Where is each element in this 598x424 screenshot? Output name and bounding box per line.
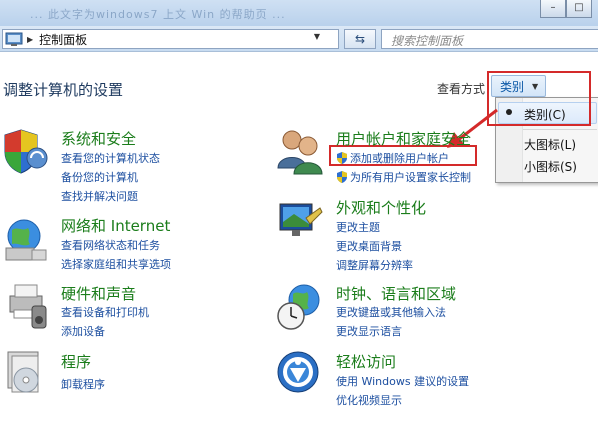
category-hardware-title[interactable]: 硬件和声音 [61,283,136,304]
link-windows-recommended-settings[interactable]: 使用 Windows 建议的设置 [336,373,469,389]
link-screen-resolution[interactable]: 调整屏幕分辨率 [336,257,413,273]
network-globe-icon [5,219,47,261]
category-network-title[interactable]: 网络和 Internet [61,215,170,236]
link-parental-controls[interactable]: 为所有用户设置家长控制 [336,169,471,185]
link-devices-printers[interactable]: 查看设备和打印机 [61,304,149,320]
ease-of-access-icon [277,351,319,393]
link-troubleshoot[interactable]: 查找并解决问题 [61,188,138,204]
category-ease-title[interactable]: 轻松访问 [336,351,396,372]
shield-icon [4,129,48,174]
link-add-device[interactable]: 添加设备 [61,323,105,339]
link-homegroup-sharing[interactable]: 选择家庭组和共享选项 [61,256,171,272]
link-desktop-background[interactable]: 更改桌面背景 [336,238,402,254]
user-accounts-icon [277,130,323,175]
link-view-computer-status[interactable]: 查看您的计算机状态 [61,150,160,166]
category-appearance-title[interactable]: 外观和个性化 [336,197,426,218]
category-programs-title[interactable]: 程序 [61,351,91,372]
link-display-language[interactable]: 更改显示语言 [336,323,402,339]
link-add-remove-users-label: 添加或删除用户帐户 [350,152,449,165]
link-backup-computer[interactable]: 备份您的计算机 [61,169,138,185]
appearance-monitor-icon [279,203,323,236]
link-optimize-visual-display[interactable]: 优化视频显示 [336,392,402,408]
link-parental-controls-label: 为所有用户设置家长控制 [350,171,471,184]
programs-icon [7,351,39,393]
category-system-title[interactable]: 系统和安全 [61,128,136,149]
link-uninstall-program[interactable]: 卸载程序 [61,376,105,392]
category-clock-title[interactable]: 时钟、语言和区域 [336,283,456,304]
link-change-theme[interactable]: 更改主题 [336,219,380,235]
uac-shield-icon [337,171,347,183]
uac-shield-icon [337,152,347,164]
clock-globe-icon [277,284,320,330]
link-add-remove-users[interactable]: 添加或删除用户帐户 [336,150,449,166]
category-users-title[interactable]: 用户帐户和家庭安全 [336,128,471,149]
link-network-status[interactable]: 查看网络状态和任务 [61,237,160,253]
link-change-keyboard[interactable]: 更改键盘或其他输入法 [336,304,446,320]
printer-icon [9,284,47,329]
